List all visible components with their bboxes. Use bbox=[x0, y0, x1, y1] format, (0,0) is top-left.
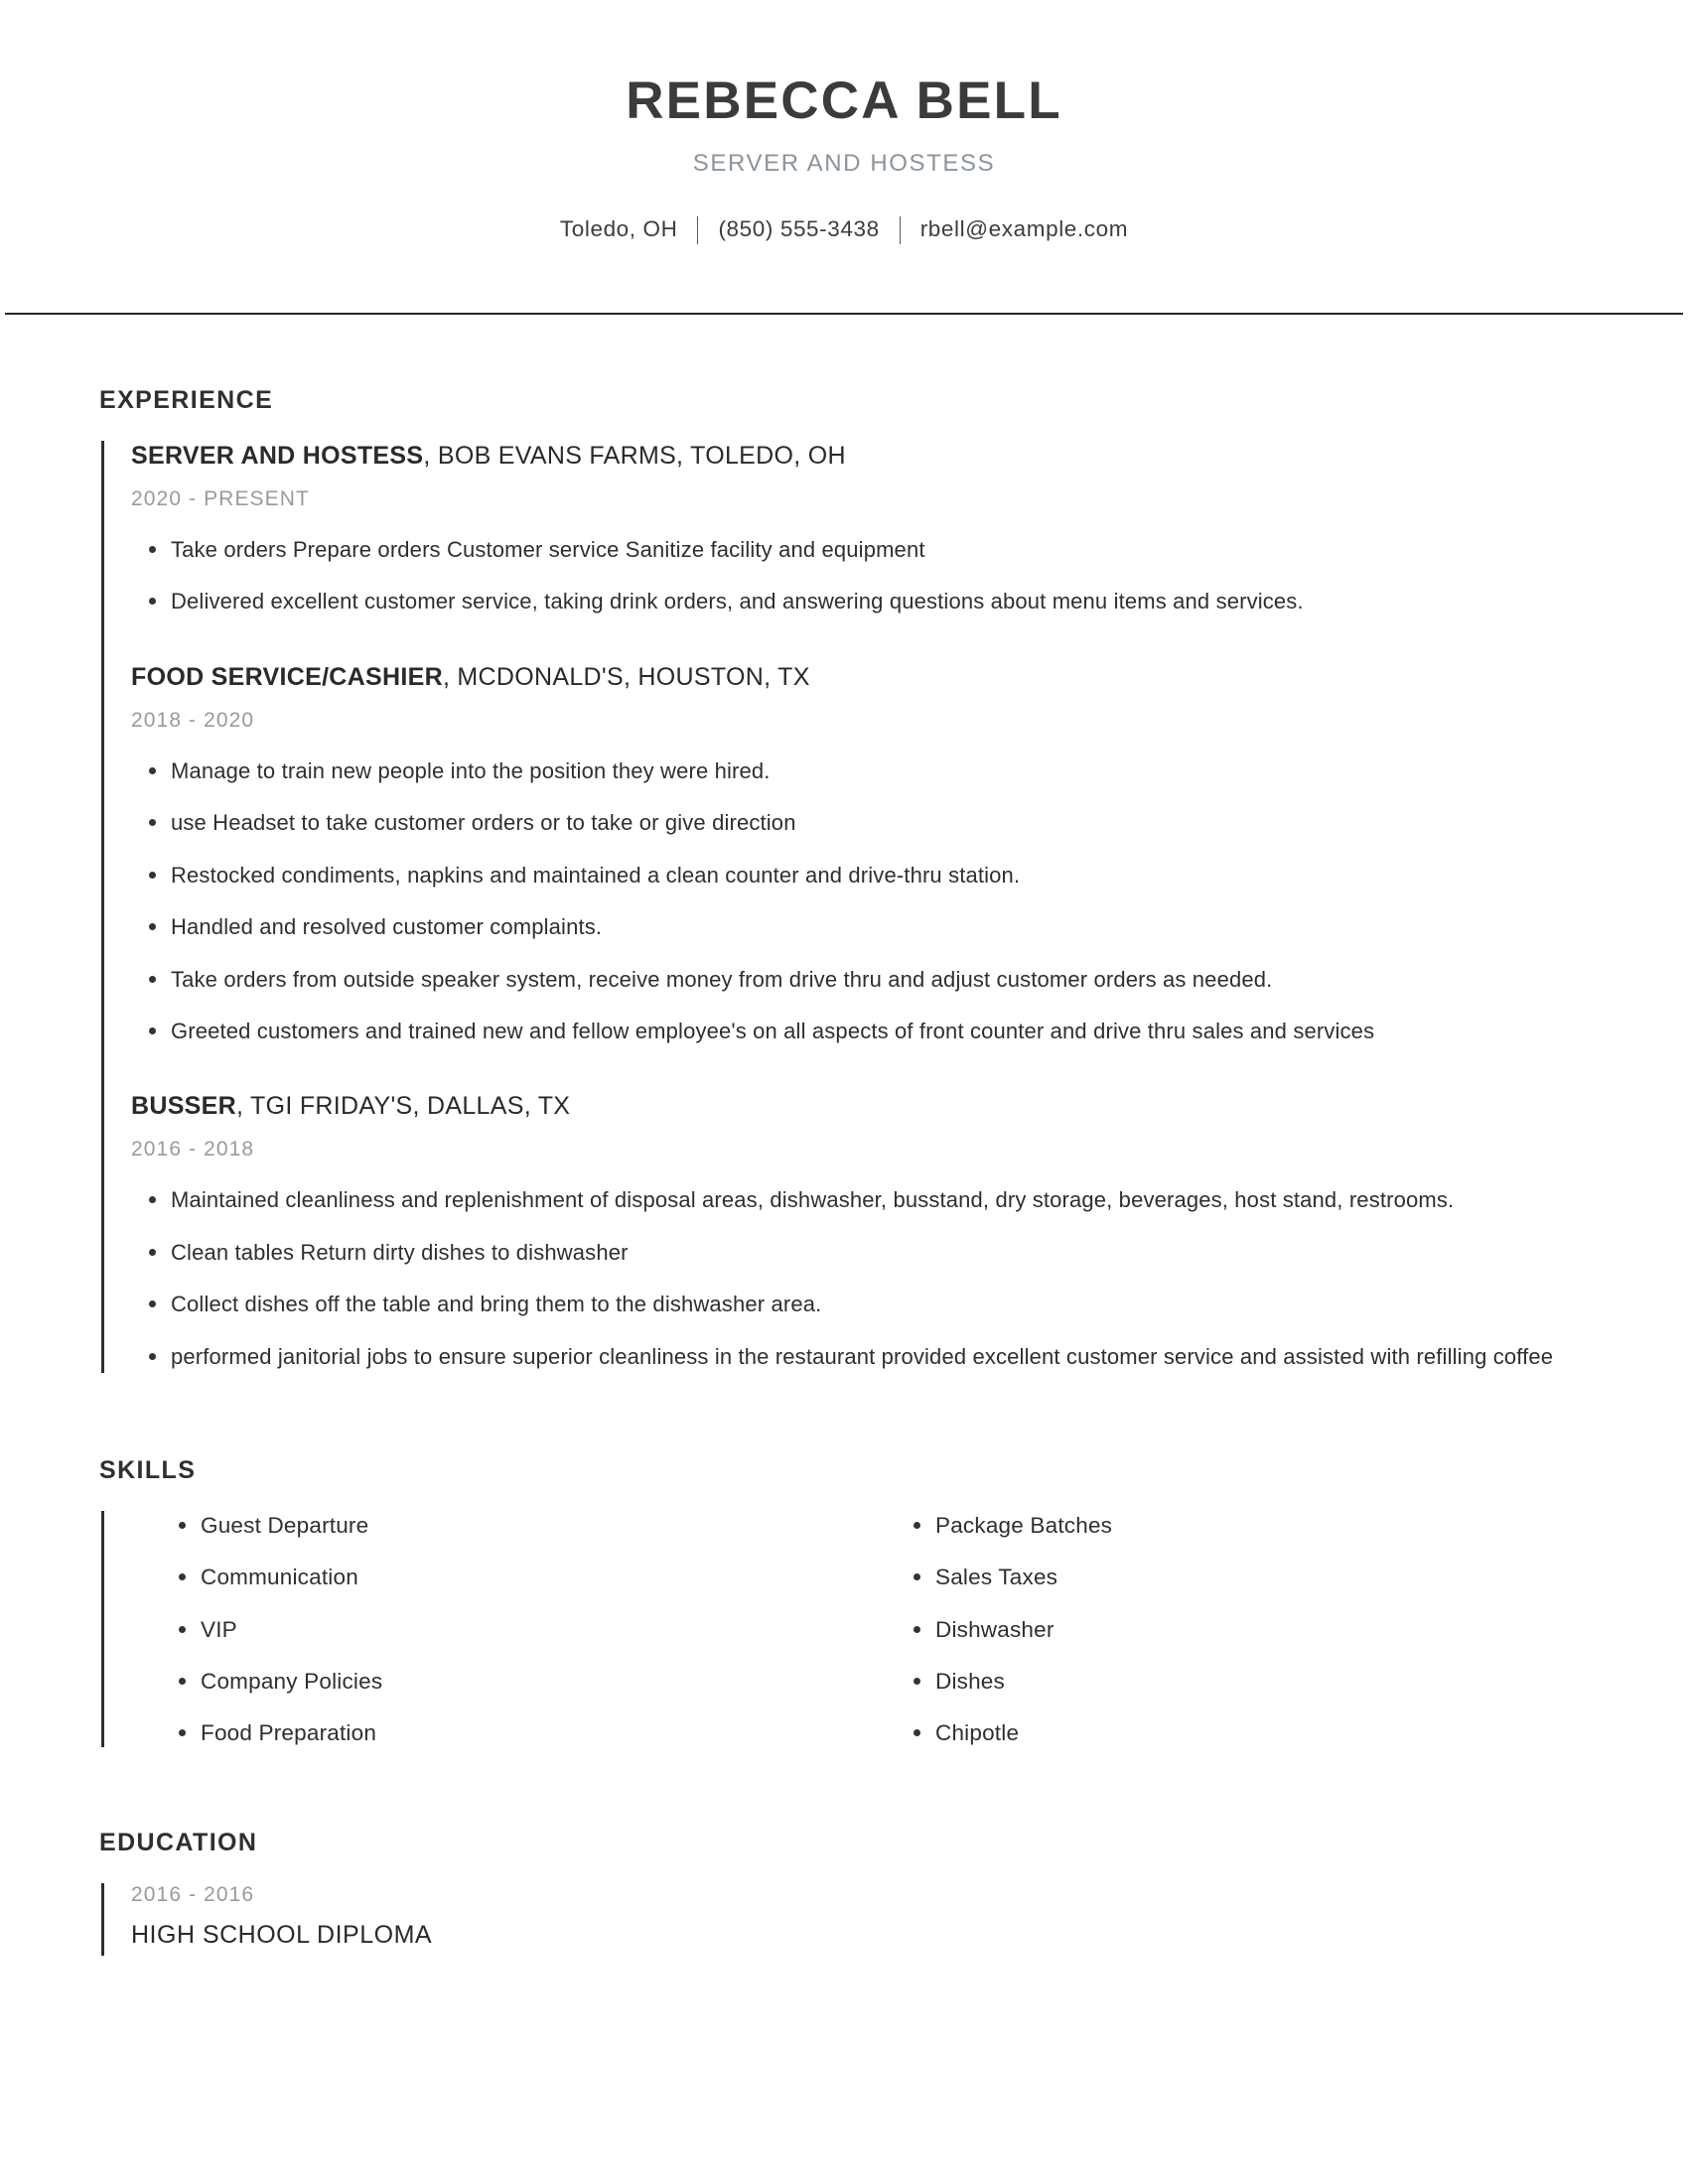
skills-list-right: Package Batches Sales Taxes Dishwasher D… bbox=[902, 1511, 1609, 1747]
contact-email[interactable]: rbell@example.com bbox=[920, 216, 1128, 242]
skills-section: SKILLS Guest Departure Communication VIP… bbox=[99, 1456, 1609, 1748]
list-item: Restocked condiments, napkins and mainta… bbox=[131, 859, 1609, 891]
contact-separator-icon bbox=[697, 216, 699, 245]
list-item: Sales Taxes bbox=[902, 1563, 1609, 1591]
experience-company: , BOB EVANS FARMS, TOLEDO, OH bbox=[423, 441, 846, 470]
resume-content: EXPERIENCE SERVER AND HOSTESS, BOB EVANS… bbox=[0, 386, 1688, 1957]
education-entries: 2016 - 2016 HIGH SCHOOL DIPLOMA bbox=[99, 1883, 1609, 1957]
list-item: Manage to train new people into the posi… bbox=[131, 754, 1609, 787]
contact-separator-icon bbox=[899, 216, 901, 245]
experience-heading: BUSSER, TGI FRIDAY'S, DALLAS, TX bbox=[131, 1091, 1609, 1121]
education-entry: 2016 - 2016 HIGH SCHOOL DIPLOMA bbox=[131, 1883, 1609, 1956]
experience-heading: FOOD SERVICE/CASHIER, MCDONALD'S, HOUSTO… bbox=[131, 662, 1609, 692]
skills-entries: Guest Departure Communication VIP Compan… bbox=[99, 1511, 1609, 1748]
experience-role: SERVER AND HOSTESS bbox=[131, 441, 424, 470]
experience-bullet-list: Maintained cleanliness and replenishment… bbox=[131, 1183, 1609, 1373]
experience-entries: SERVER AND HOSTESS, BOB EVANS FARMS, TOL… bbox=[99, 440, 1609, 1374]
experience-dates: 2020 - PRESENT bbox=[131, 486, 310, 510]
list-item: Collect dishes off the table and bring t… bbox=[131, 1288, 1609, 1320]
list-item: use Headset to take customer orders or t… bbox=[131, 806, 1609, 839]
experience-section: EXPERIENCE SERVER AND HOSTESS, BOB EVANS… bbox=[99, 385, 1609, 1374]
list-item: Take orders from outside speaker system,… bbox=[131, 963, 1609, 996]
list-item: Handled and resolved customer complaints… bbox=[131, 910, 1609, 943]
experience-role: BUSSER bbox=[131, 1092, 236, 1121]
contact-line: Toledo, OH (850) 555-3438 rbell@example.… bbox=[0, 215, 1688, 245]
list-item: Package Batches bbox=[902, 1511, 1609, 1540]
education-degree: HIGH SCHOOL DIPLOMA bbox=[131, 1921, 433, 1950]
experience-bullet-list: Manage to train new people into the posi… bbox=[131, 754, 1609, 1048]
experience-bullet-list: Take orders Prepare orders Customer serv… bbox=[131, 533, 1609, 618]
list-item: Food Preparation bbox=[167, 1718, 870, 1747]
experience-dates: 2016 - 2018 bbox=[131, 1138, 255, 1161]
list-item: Greeted customers and trained new and fe… bbox=[131, 1015, 1609, 1047]
skills-column-right: Package Batches Sales Taxes Dishwasher D… bbox=[870, 1511, 1609, 1747]
list-item: performed janitorial jobs to ensure supe… bbox=[131, 1340, 1609, 1373]
contact-location: Toledo, OH bbox=[559, 216, 678, 242]
page-title: REBECCA BELL bbox=[626, 71, 1062, 130]
header-divider bbox=[5, 313, 1683, 315]
list-item: Guest Departure bbox=[167, 1511, 870, 1540]
experience-section-title: EXPERIENCE bbox=[99, 385, 274, 414]
education-section-title: EDUCATION bbox=[99, 1829, 258, 1857]
skills-column-left: Guest Departure Communication VIP Compan… bbox=[131, 1511, 870, 1747]
skills-columns: Guest Departure Communication VIP Compan… bbox=[131, 1511, 1609, 1747]
education-dates: 2016 - 2016 bbox=[131, 1883, 255, 1907]
resume-page: REBECCA BELL SERVER AND HOSTESS Toledo, … bbox=[0, 0, 1688, 2184]
experience-role: FOOD SERVICE/CASHIER bbox=[131, 662, 443, 691]
resume-header: REBECCA BELL SERVER AND HOSTESS Toledo, … bbox=[0, 0, 1688, 315]
experience-entry: SERVER AND HOSTESS, BOB EVANS FARMS, TOL… bbox=[131, 441, 1609, 618]
list-item: Clean tables Return dirty dishes to dish… bbox=[131, 1236, 1609, 1269]
experience-heading: SERVER AND HOSTESS, BOB EVANS FARMS, TOL… bbox=[131, 441, 1609, 471]
experience-entry: FOOD SERVICE/CASHIER, MCDONALD'S, HOUSTO… bbox=[131, 662, 1609, 1048]
experience-dates: 2018 - 2020 bbox=[131, 708, 255, 732]
experience-entry: BUSSER, TGI FRIDAY'S, DALLAS, TX 2016 - … bbox=[131, 1091, 1609, 1373]
list-item: Dishwasher bbox=[902, 1615, 1609, 1644]
list-item: Communication bbox=[167, 1563, 870, 1591]
skills-section-title: SKILLS bbox=[99, 1456, 197, 1485]
skills-list-left: Guest Departure Communication VIP Compan… bbox=[167, 1511, 870, 1747]
experience-company: , TGI FRIDAY'S, DALLAS, TX bbox=[236, 1092, 571, 1121]
list-item: Take orders Prepare orders Customer serv… bbox=[131, 533, 1609, 566]
job-subtitle: SERVER AND HOSTESS bbox=[692, 150, 996, 178]
list-item: Delivered excellent customer service, ta… bbox=[131, 585, 1609, 617]
list-item: Dishes bbox=[902, 1667, 1609, 1696]
experience-company: , MCDONALD'S, HOUSTON, TX bbox=[442, 662, 810, 691]
list-item: Chipotle bbox=[902, 1718, 1609, 1747]
list-item: VIP bbox=[167, 1615, 870, 1644]
list-item: Maintained cleanliness and replenishment… bbox=[131, 1183, 1609, 1216]
contact-phone[interactable]: (850) 555-3438 bbox=[718, 216, 879, 242]
education-section: EDUCATION 2016 - 2016 HIGH SCHOOL DIPLOM… bbox=[99, 1829, 1609, 1957]
list-item: Company Policies bbox=[167, 1667, 870, 1696]
